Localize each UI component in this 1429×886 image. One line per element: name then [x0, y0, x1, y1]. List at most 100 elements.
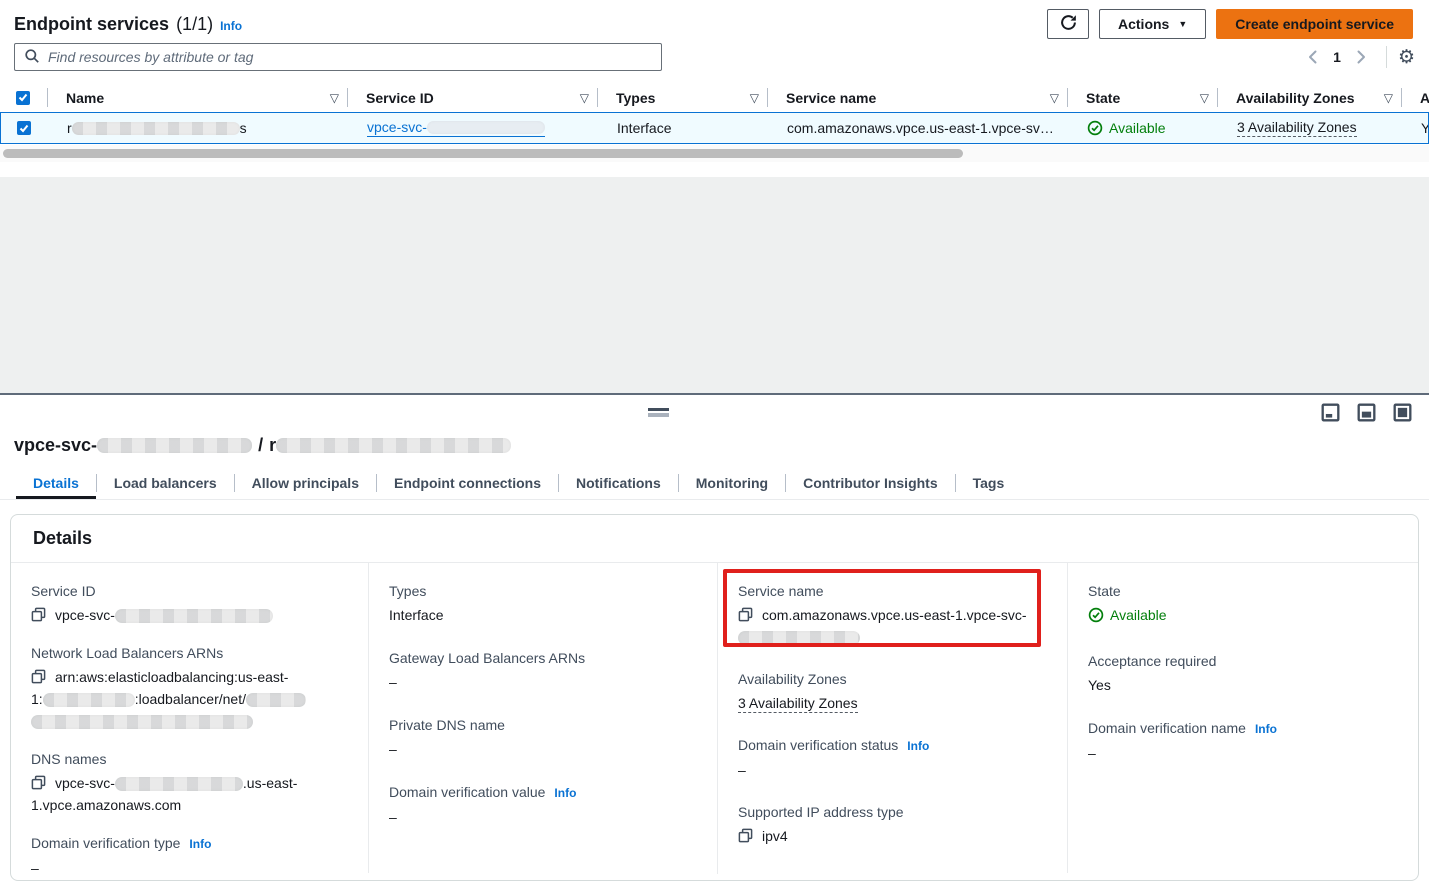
refresh-button[interactable] [1047, 9, 1089, 39]
select-all-checkbox[interactable] [16, 91, 30, 105]
redacted-text [427, 121, 545, 134]
field-dns-names: DNS names vpce-svc-.us-east- 1.vpce.amaz… [31, 749, 346, 816]
info-link[interactable]: Info [554, 783, 576, 803]
tab-monitoring[interactable]: Monitoring [679, 467, 785, 499]
field-label: Acceptance required [1088, 651, 1216, 671]
search-icon [24, 48, 40, 67]
info-link[interactable]: Info [189, 834, 211, 854]
cell-name: rs [49, 120, 349, 136]
field-value: – [738, 759, 1045, 781]
pagination: 1 ⚙ [1299, 44, 1415, 70]
tab-contributor-insights[interactable]: Contributor Insights [786, 467, 955, 499]
previous-page-button[interactable] [1299, 45, 1325, 69]
column-header-service-name[interactable]: Service name ▽ [768, 84, 1068, 111]
details-column-4: State Available Acceptance required Yes [1067, 563, 1418, 873]
tab-load-balancers[interactable]: Load balancers [97, 467, 234, 499]
copy-icon[interactable] [738, 607, 753, 622]
select-all-cell [0, 84, 48, 111]
column-header-label: State [1086, 90, 1120, 106]
tab-allow-principals[interactable]: Allow principals [235, 467, 376, 499]
refresh-icon [1060, 14, 1077, 34]
tab-notifications[interactable]: Notifications [559, 467, 678, 499]
field-label: Domain verification value [389, 782, 545, 802]
field-value: vpce-svc- [55, 775, 115, 791]
column-header-availability-zones[interactable]: Availability Zones ▽ [1218, 84, 1402, 111]
field-domain-verification-status: Domain verification statusInfo – [738, 735, 1045, 781]
field-value: arn:aws:elasticloadbalancing:us-east- [55, 669, 288, 685]
panel-size-large-button[interactable] [1393, 403, 1412, 422]
sort-filter-icon[interactable]: ▽ [1050, 91, 1059, 105]
sort-filter-icon[interactable]: ▽ [1200, 91, 1209, 105]
info-link[interactable]: Info [907, 736, 929, 756]
field-label: Service ID [31, 581, 96, 601]
column-header-acceptance[interactable]: Acceptance required [1402, 84, 1429, 111]
column-header-state[interactable]: State ▽ [1068, 84, 1218, 111]
sort-filter-icon[interactable]: ▽ [1384, 91, 1393, 105]
horizontal-scrollbar-thumb[interactable] [3, 149, 963, 158]
info-link[interactable]: Info [1255, 719, 1277, 739]
availability-zones-link[interactable]: 3 Availability Zones [738, 695, 858, 713]
preferences-gear-icon[interactable]: ⚙ [1398, 48, 1415, 67]
tab-tags[interactable]: Tags [956, 467, 1022, 499]
field-types: Types Interface [389, 581, 695, 626]
field-value: 1.vpce.amazonaws.com [31, 797, 181, 813]
row-select-cell [1, 121, 49, 135]
field-private-dns: Private DNS name – [389, 715, 695, 760]
cell-service-id: vpce-svc- [349, 119, 599, 137]
column-header-service-id[interactable]: Service ID ▽ [348, 84, 598, 111]
redacted-text [43, 693, 135, 707]
table-row[interactable]: rs vpce-svc- Interface com.amazonaws.vpc… [0, 112, 1429, 144]
column-header-types[interactable]: Types ▽ [598, 84, 768, 111]
panel-resize-handle[interactable] [648, 408, 669, 417]
state-text: Available [1110, 604, 1167, 626]
field-label: Domain verification type [31, 833, 180, 853]
search-box [14, 43, 662, 71]
service-id-link[interactable]: vpce-svc- [367, 119, 545, 137]
copy-icon[interactable] [31, 669, 46, 684]
copy-icon[interactable] [31, 607, 46, 622]
state-badge: Available [1088, 604, 1167, 626]
panel-title-name: r [269, 435, 276, 456]
copy-icon[interactable] [738, 828, 753, 843]
next-page-button[interactable] [1349, 45, 1375, 69]
actions-button[interactable]: Actions ▼ [1099, 9, 1206, 39]
tab-endpoint-connections[interactable]: Endpoint connections [377, 467, 558, 499]
column-header-name[interactable]: Name ▽ [48, 84, 348, 111]
info-link[interactable]: Info [220, 19, 242, 33]
sort-filter-icon[interactable]: ▽ [330, 91, 339, 105]
check-circle-icon [1088, 607, 1104, 623]
field-label: Private DNS name [389, 715, 505, 735]
field-nlb-arns: Network Load Balancers ARNs arn:aws:elas… [31, 643, 346, 732]
panel-size-small-button[interactable] [1321, 403, 1340, 422]
toolbar-buttons: Actions ▼ Create endpoint service [1047, 9, 1413, 39]
cell-types: Interface [599, 120, 769, 136]
availability-zones-link[interactable]: 3 Availability Zones [1237, 119, 1357, 137]
redacted-text [72, 122, 240, 135]
current-page-number[interactable]: 1 [1327, 49, 1347, 65]
field-acceptance-required: Acceptance required Yes [1088, 651, 1396, 696]
cell-acceptance-text: Yes [1421, 120, 1428, 136]
page-header: Endpoint services (1/1) Info Actions ▼ C… [14, 8, 1413, 40]
panel-size-medium-button[interactable] [1357, 403, 1376, 422]
copy-icon[interactable] [31, 775, 46, 790]
column-header-label: Types [616, 90, 655, 106]
search-input[interactable] [48, 49, 652, 65]
cell-availability-zones: 3 Availability Zones [1219, 119, 1403, 137]
tab-label: Load balancers [114, 475, 217, 491]
field-value: ipv4 [762, 828, 788, 844]
horizontal-scrollbar [0, 145, 1429, 162]
field-label: State [1088, 581, 1121, 601]
sort-filter-icon[interactable]: ▽ [580, 91, 589, 105]
sort-filter-icon[interactable]: ▽ [750, 91, 759, 105]
page-background [0, 177, 1429, 393]
field-label: Gateway Load Balancers ARNs [389, 648, 585, 668]
cell-acceptance: Yes [1403, 120, 1428, 136]
column-header-label: Service ID [366, 90, 434, 106]
field-label: Service name [738, 581, 824, 601]
create-endpoint-service-button[interactable]: Create endpoint service [1216, 9, 1413, 39]
column-header-label: Availability Zones [1236, 90, 1355, 106]
field-label: Availability Zones [738, 669, 847, 689]
field-value: com.amazonaws.vpce.us-east-1.vpce-svc- [762, 607, 1027, 623]
row-checkbox[interactable] [17, 121, 31, 135]
tab-details[interactable]: Details [16, 467, 96, 499]
